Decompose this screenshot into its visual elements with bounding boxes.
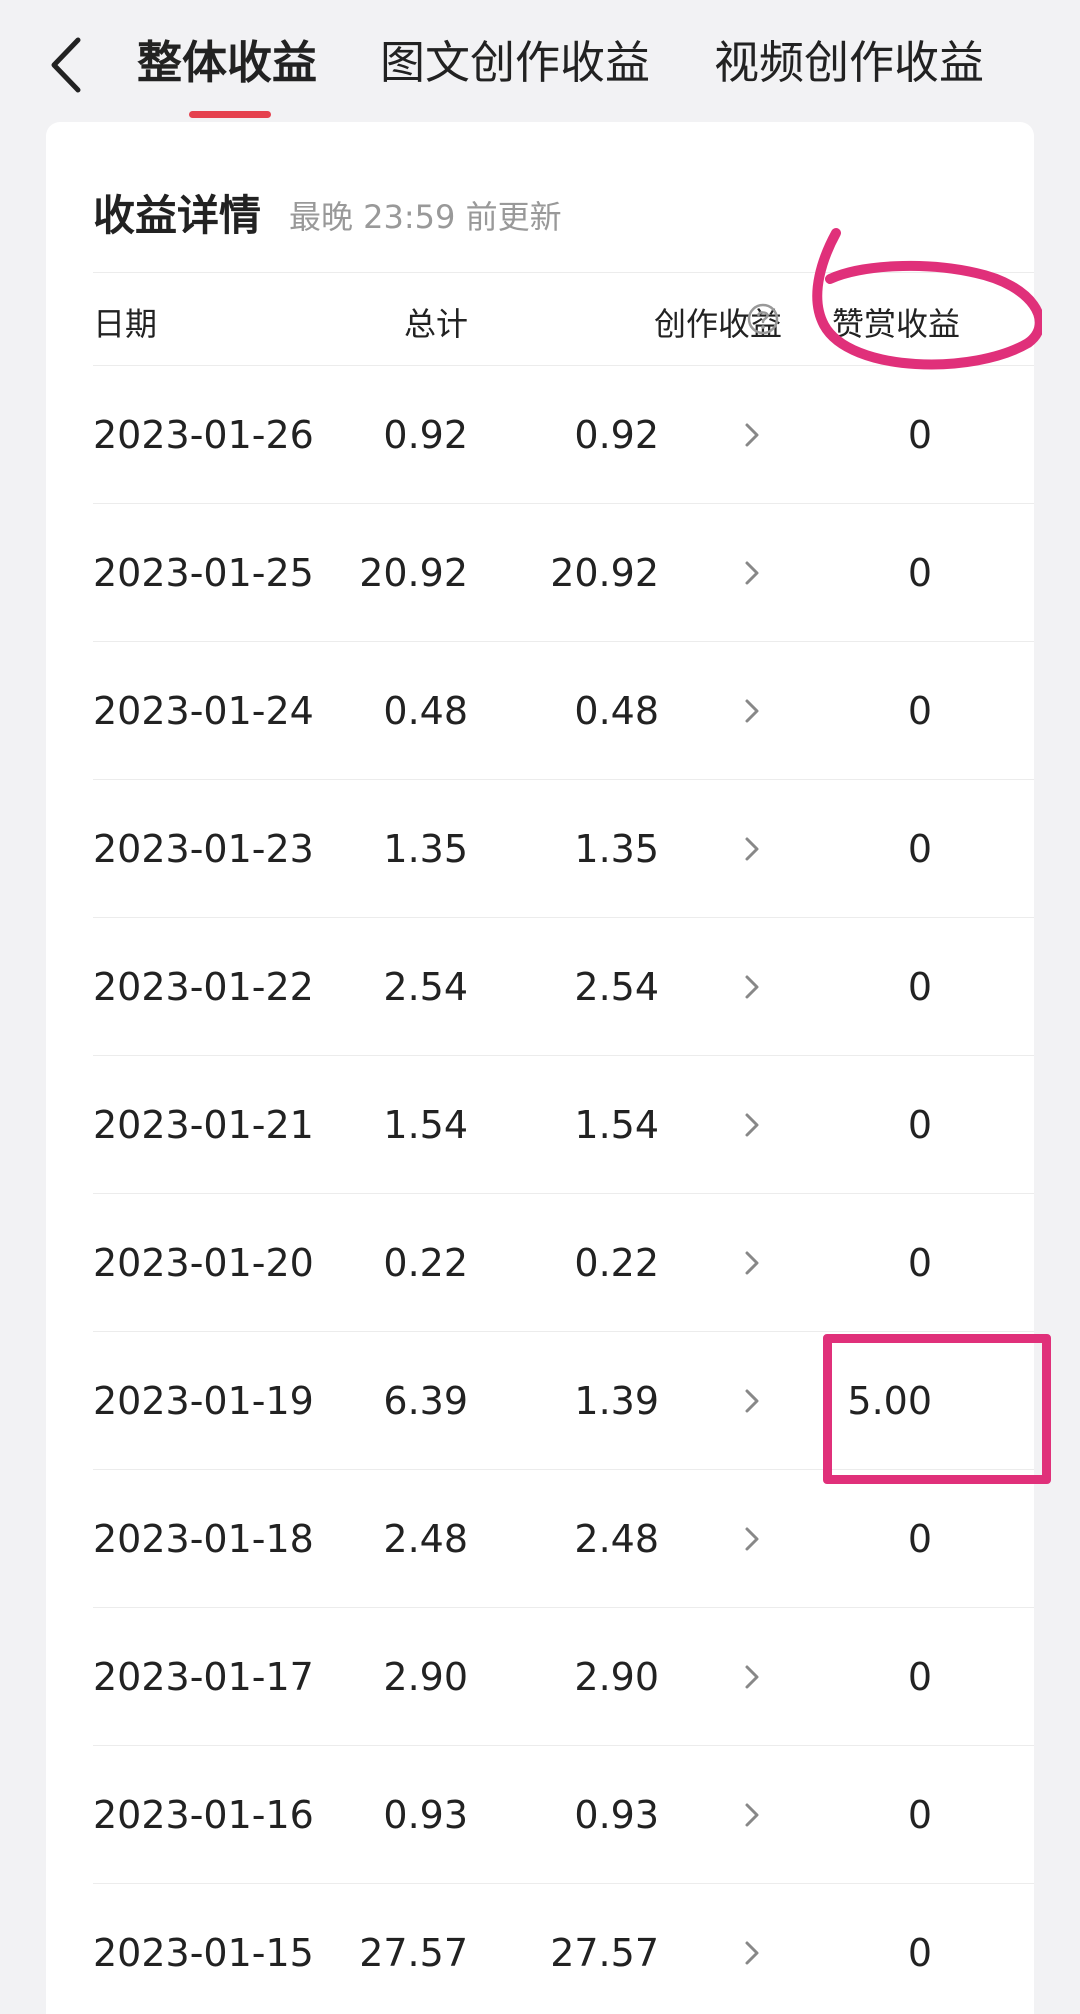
chevron-right-icon[interactable] xyxy=(744,1664,760,1690)
table-row[interactable]: 2023-01-20 0.22 0.22 0 xyxy=(46,1194,1034,1332)
tab-article-earnings[interactable]: 图文创作收益 xyxy=(380,28,650,98)
table-row[interactable]: 2023-01-22 2.54 2.54 0 xyxy=(46,918,1034,1056)
active-tab-indicator xyxy=(189,111,271,118)
chevron-right-icon[interactable] xyxy=(744,1940,760,1966)
table-row[interactable]: 2023-01-15 27.57 27.57 0 xyxy=(46,1884,1034,2014)
row-creation-earnings[interactable]: 1.35 xyxy=(574,780,659,918)
row-reward-earnings: 0 xyxy=(907,1931,932,1975)
row-date: 2023-01-18 xyxy=(93,1517,314,1561)
row-creation-earnings[interactable]: 20.92 xyxy=(550,504,659,642)
row-reward-earnings: 0 xyxy=(907,1517,932,1561)
row-creation-earnings[interactable]: 1.39 xyxy=(574,1332,659,1470)
back-button[interactable] xyxy=(40,30,100,100)
chevron-right-icon[interactable] xyxy=(744,1112,760,1138)
table-row[interactable]: 2023-01-26 0.92 0.92 0 xyxy=(46,366,1034,504)
row-total: 2.48 xyxy=(383,1517,468,1561)
row-total: 0.92 xyxy=(383,413,468,457)
earnings-page: 整体收益 图文创作收益 视频创作收益 收益详情 最晚 23:59 前更新 日期 … xyxy=(0,0,1080,2014)
row-reward-earnings: 0 xyxy=(907,965,932,1009)
question-circle-icon[interactable] xyxy=(746,302,780,336)
row-reward-earnings: 0 xyxy=(907,551,932,595)
table-row[interactable]: 2023-01-16 0.93 0.93 0 xyxy=(46,1746,1034,1884)
chevron-right-icon[interactable] xyxy=(744,1526,760,1552)
row-creation-earnings[interactable]: 0.93 xyxy=(574,1746,659,1884)
row-reward-earnings: 0 xyxy=(907,1793,932,1837)
chevron-right-icon[interactable] xyxy=(744,1802,760,1828)
row-date: 2023-01-21 xyxy=(93,1103,314,1147)
row-total: 2.54 xyxy=(383,965,468,1009)
row-date: 2023-01-16 xyxy=(93,1793,314,1837)
row-reward-earnings: 0 xyxy=(907,1103,932,1147)
row-date: 2023-01-26 xyxy=(93,413,314,457)
row-date: 2023-01-20 xyxy=(93,1241,314,1285)
table-row[interactable]: 2023-01-19 6.39 1.39 5.00 xyxy=(46,1332,1034,1470)
tab-video-earnings[interactable]: 视频创作收益 xyxy=(714,28,984,98)
row-total: 0.22 xyxy=(383,1241,468,1285)
row-reward-earnings: 5.00 xyxy=(847,1379,932,1423)
tab-overall-earnings[interactable]: 整体收益 xyxy=(137,28,317,98)
row-date: 2023-01-17 xyxy=(93,1655,314,1699)
chevron-left-icon xyxy=(51,37,81,93)
row-creation-earnings[interactable]: 2.90 xyxy=(574,1608,659,1746)
row-total: 0.93 xyxy=(383,1793,468,1837)
header-total: 总计 xyxy=(403,305,468,343)
row-reward-earnings: 0 xyxy=(907,1241,932,1285)
earnings-details-card: 收益详情 最晚 23:59 前更新 日期 总计 创作收益 赞赏收益 2023-0… xyxy=(46,122,1034,2014)
row-reward-earnings: 0 xyxy=(907,689,932,733)
title-divider xyxy=(93,272,1034,273)
row-creation-earnings[interactable]: 27.57 xyxy=(550,1884,659,2014)
row-creation-earnings[interactable]: 2.54 xyxy=(574,918,659,1056)
row-date: 2023-01-23 xyxy=(93,827,314,871)
row-total: 0.48 xyxy=(383,689,468,733)
chevron-right-icon[interactable] xyxy=(744,1250,760,1276)
row-total: 20.92 xyxy=(359,551,468,595)
row-reward-earnings: 0 xyxy=(907,1655,932,1699)
row-reward-earnings: 0 xyxy=(907,413,932,457)
table-row[interactable]: 2023-01-21 1.54 1.54 0 xyxy=(46,1056,1034,1194)
row-creation-earnings[interactable]: 1.54 xyxy=(574,1056,659,1194)
header-reward: 赞赏收益 xyxy=(832,305,961,343)
chevron-right-icon[interactable] xyxy=(744,422,760,448)
chevron-right-icon[interactable] xyxy=(744,836,760,862)
header-date: 日期 xyxy=(93,305,158,343)
row-reward-earnings: 0 xyxy=(907,827,932,871)
table-row[interactable]: 2023-01-25 20.92 20.92 0 xyxy=(46,504,1034,642)
row-total: 2.90 xyxy=(383,1655,468,1699)
row-total: 6.39 xyxy=(383,1379,468,1423)
row-date: 2023-01-22 xyxy=(93,965,314,1009)
row-creation-earnings[interactable]: 0.22 xyxy=(574,1194,659,1332)
row-total: 1.54 xyxy=(383,1103,468,1147)
table-row[interactable]: 2023-01-17 2.90 2.90 0 xyxy=(46,1608,1034,1746)
row-date: 2023-01-25 xyxy=(93,551,314,595)
table-row[interactable]: 2023-01-23 1.35 1.35 0 xyxy=(46,780,1034,918)
chevron-right-icon[interactable] xyxy=(744,974,760,1000)
chevron-right-icon[interactable] xyxy=(744,1388,760,1414)
table-row[interactable]: 2023-01-24 0.48 0.48 0 xyxy=(46,642,1034,780)
section-title: 收益详情 xyxy=(93,191,262,240)
row-total: 1.35 xyxy=(383,827,468,871)
table-row[interactable]: 2023-01-18 2.48 2.48 0 xyxy=(46,1470,1034,1608)
row-creation-earnings[interactable]: 0.92 xyxy=(574,366,659,504)
row-creation-earnings[interactable]: 0.48 xyxy=(574,642,659,780)
earnings-table-body: 2023-01-26 0.92 0.92 0 2023-01-25 20.92 20.92 0… xyxy=(46,366,1034,2014)
chevron-right-icon[interactable] xyxy=(744,560,760,586)
row-date: 2023-01-15 xyxy=(93,1931,314,1975)
top-nav-bar: 整体收益 图文创作收益 视频创作收益 xyxy=(0,0,1080,125)
row-creation-earnings[interactable]: 2.48 xyxy=(574,1470,659,1608)
row-date: 2023-01-19 xyxy=(93,1379,314,1423)
chevron-right-icon[interactable] xyxy=(744,698,760,724)
row-date: 2023-01-24 xyxy=(93,689,314,733)
update-note: 最晚 23:59 前更新 xyxy=(289,198,562,236)
row-total: 27.57 xyxy=(359,1931,468,1975)
